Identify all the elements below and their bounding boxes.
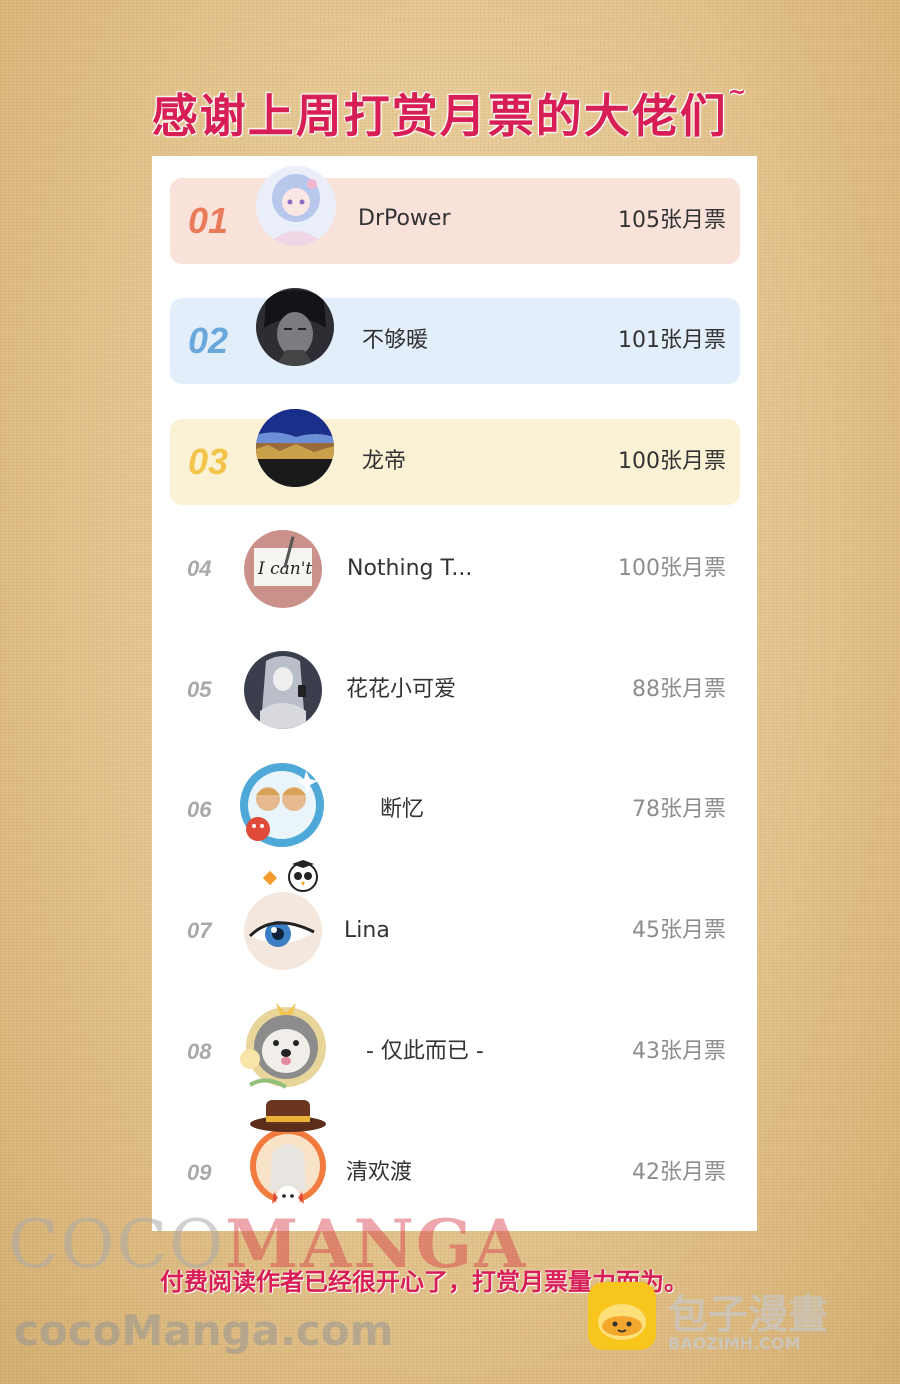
user-name: 断忆 [380,797,425,822]
vote-count: 105张月票 [618,208,726,233]
user-name: - 仅此而已 - [366,1039,484,1064]
rank-number: 05 [187,677,212,702]
rank-number: 01 [188,200,229,241]
svg-text:I can't: I can't [257,559,312,579]
sitting-girl-avatar[interactable] [244,651,322,729]
dark-anime-avatar[interactable] [256,288,334,366]
site-watermark: cocoManga.com [14,1306,394,1355]
i-cant-avatar[interactable]: I can't [244,530,322,608]
vote-count: 43张月票 [632,1039,726,1064]
orange-diamond-icon [262,870,278,886]
rank-number: 08 [187,1039,212,1064]
brand-name: 包子漫畫 [668,1292,828,1338]
ranking-row-5[interactable]: 05 花花小可爱 88张月票 [170,647,740,733]
ranking-row-8[interactable]: 08 - 仅此而已 - 43张月票 [170,1003,740,1095]
vote-count: 88张月票 [632,677,726,702]
vote-count: 100张月票 [618,556,726,581]
ranking-row-1[interactable]: 01 DrPower 105张月票 [170,166,740,264]
vote-count: 78张月票 [632,797,726,822]
ranking-row-2[interactable]: 02 不够暖 101张月票 [170,288,740,384]
title-tilde: ~ [727,80,749,105]
hat-character-avatar[interactable] [242,1094,342,1214]
rank-number: 06 [187,797,212,822]
dog-avatar[interactable] [236,999,332,1095]
ranking-row-7[interactable]: 07 Lina 45张月票 [170,860,740,974]
rank-number: 04 [187,556,212,581]
user-name: DrPower [358,206,451,231]
vote-count: 100张月票 [618,449,726,474]
ranking-card: 01 DrPower 105张月票 02 不够暖 101张月票 03 龙帝 10… [152,156,757,1231]
rank-number: 02 [188,320,229,361]
rank-number: 09 [187,1160,212,1185]
eye-avatar[interactable] [244,892,322,970]
user-name: 清欢渡 [346,1160,413,1185]
rank-number: 03 [188,441,229,482]
rank-number: 07 [187,918,212,943]
bun-logo-icon [588,1282,656,1350]
ranking-row-9[interactable]: 09 清欢渡 42张月票 [170,1100,740,1216]
user-name: Nothing T... [347,556,473,581]
user-name: 龙帝 [362,449,407,474]
landscape-avatar[interactable] [256,409,334,487]
owl-badge-icon [286,858,320,892]
user-name: 花花小可爱 [346,677,457,702]
ranking-row-3[interactable]: 03 龙帝 100张月票 [170,409,740,505]
title-text: 感谢上周打赏月票的大佬们 [151,89,728,143]
vote-count: 45张月票 [632,918,726,943]
vote-count: 101张月票 [618,328,726,353]
anime-girl-avatar[interactable] [256,166,336,246]
brand-url: BAOZIMH.COM [668,1334,801,1353]
user-name: 不够暖 [362,328,429,353]
ranking-row-6[interactable]: 06 断忆 78张月票 [170,763,740,853]
twins-avatar[interactable] [236,759,328,851]
page-title: 感谢上周打赏月票的大佬们~ [0,80,900,146]
ranking-row-4[interactable]: 04 I can't Nothing T... 100张月票 [170,526,740,612]
vote-count: 42张月票 [632,1160,726,1185]
user-name: Lina [344,918,390,943]
